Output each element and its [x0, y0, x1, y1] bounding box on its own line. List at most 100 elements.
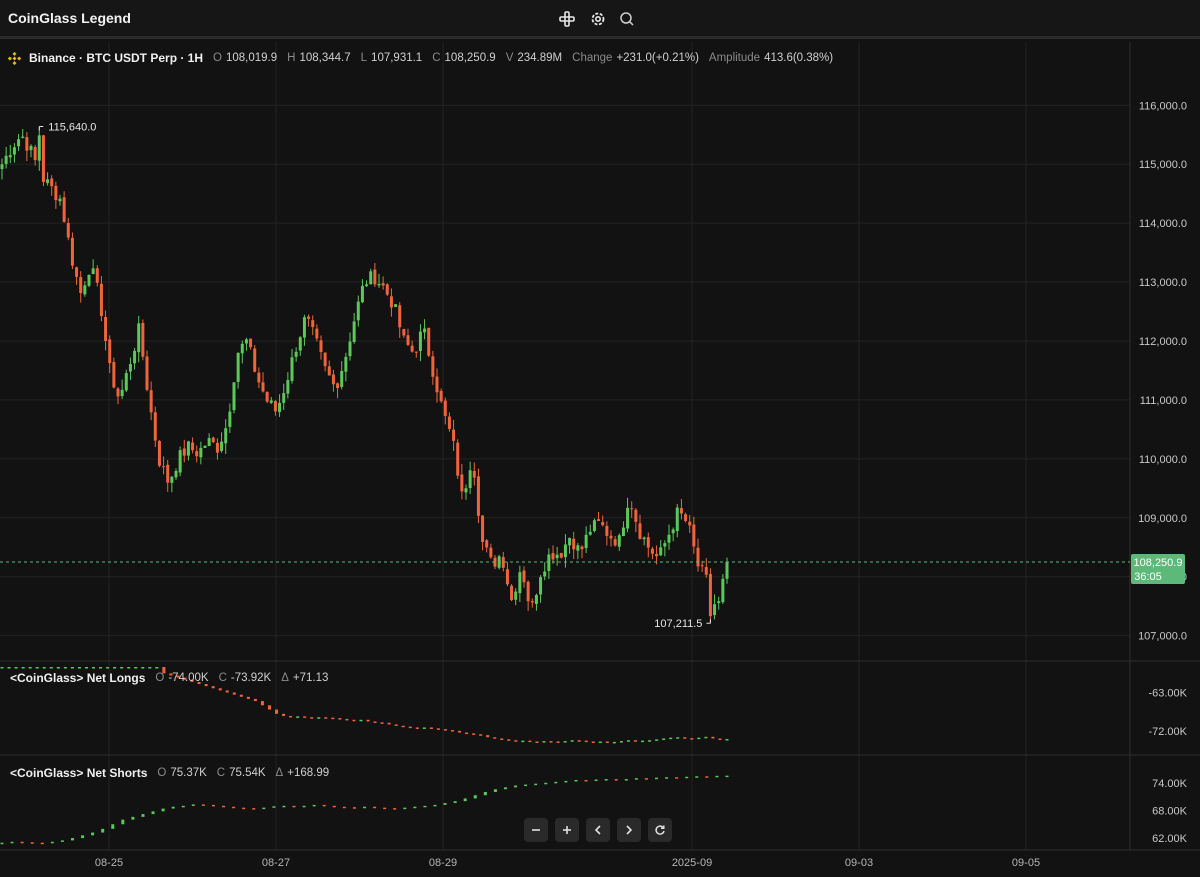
reset-button[interactable] [648, 818, 672, 842]
candle-body [406, 335, 410, 345]
candle-body [294, 351, 298, 357]
candle-body [37, 135, 41, 161]
candle-body [646, 537, 650, 548]
crosshair-icon[interactable] [556, 8, 578, 30]
candle-body [394, 304, 398, 307]
net-shorts-bar [725, 775, 729, 778]
scroll-right-button[interactable] [617, 818, 641, 842]
candle-body [402, 329, 406, 336]
net-longs-bar [521, 740, 525, 743]
candle-body [104, 317, 108, 342]
net-longs-bar [324, 717, 328, 719]
candle-body [398, 305, 402, 328]
net-shorts-bar [634, 778, 638, 780]
zoom-out-button[interactable] [524, 818, 548, 842]
net-shorts-bar [141, 814, 145, 817]
net-longs-bar [394, 724, 398, 726]
chart-area[interactable]: 08-25 08-27 08-29 2025-09 09-03 09-05 107,000.… [0, 42, 1200, 872]
candle-body [418, 331, 422, 352]
net-longs-bar [0, 667, 4, 669]
candle-body [700, 565, 704, 567]
candle-body [199, 447, 203, 458]
candle-body [278, 402, 282, 413]
net-shorts-bar [534, 783, 538, 786]
candle-body [282, 393, 286, 403]
grid [0, 42, 1130, 850]
candle-body [530, 601, 534, 603]
net-shorts-bar [644, 778, 648, 780]
chevron-left-icon [594, 825, 601, 835]
candle-body [348, 341, 352, 357]
net-shorts-close: 75.54K [229, 767, 266, 779]
candle-body [340, 370, 344, 387]
y-tick-label: 109,000.0 [1138, 513, 1187, 525]
net-shorts-title: <CoinGlass> Net Shorts [10, 766, 148, 780]
candle-body [688, 521, 692, 526]
net-shorts-legend: <CoinGlass> Net Shorts O 75.37K C 75.54K… [10, 766, 335, 780]
candle-body [265, 392, 269, 402]
candle-body [460, 474, 464, 492]
net-shorts-bar [614, 779, 618, 781]
candle-body [224, 428, 228, 444]
low-marker [706, 619, 711, 624]
zoom-in-button[interactable] [555, 818, 579, 842]
candle-body [601, 522, 605, 526]
candle-body [626, 507, 630, 529]
net-shorts-bar [252, 808, 256, 810]
candle-body [526, 581, 530, 602]
net-longs-bar [443, 729, 447, 731]
candle-body [547, 554, 551, 571]
candle-body [472, 471, 476, 478]
net-shorts-bar [91, 832, 95, 836]
candle-body [713, 604, 717, 616]
candle-body [4, 155, 8, 164]
net-longs-bar [711, 736, 715, 739]
candle-body [373, 269, 377, 285]
net-shorts-bar [342, 806, 346, 809]
candle-body [675, 507, 679, 532]
x-tick-label: 2025-09 [672, 857, 712, 869]
net-longs-bar [35, 667, 39, 669]
settings-icon[interactable] [587, 8, 609, 30]
search-icon[interactable] [616, 8, 638, 30]
net-shorts-close-label: C [216, 767, 226, 779]
net-shorts-bar [574, 779, 578, 782]
candle-body [207, 438, 211, 447]
candle-body [551, 553, 555, 560]
app-title: CoinGlass Legend [8, 10, 131, 26]
net-shorts-bar [282, 805, 286, 808]
x-tick-label: 09-03 [845, 857, 873, 869]
price-chart[interactable]: 08-25 08-27 08-29 2025-09 09-03 09-05 107,000.… [0, 42, 1200, 872]
candle-body [522, 570, 526, 583]
net-longs-bar [528, 740, 532, 743]
high-marker [38, 125, 44, 131]
net-shorts-bar [665, 777, 669, 779]
candle-body [588, 531, 592, 535]
net-longs-bar [232, 692, 236, 695]
net-longs-bar [465, 732, 469, 735]
net-longs-bar [472, 733, 476, 735]
net-longs-bar [458, 730, 462, 733]
candle-body [240, 343, 244, 354]
net-shorts-bar [453, 801, 457, 804]
candle-body [365, 284, 369, 287]
candle-body [439, 390, 443, 402]
candle-body [186, 441, 190, 456]
net-shorts-bar [483, 791, 487, 796]
net-shorts-bar [584, 779, 588, 782]
net-longs-delta-label: Δ [281, 672, 289, 684]
amplitude-label: Amplitude [708, 52, 761, 64]
net-longs-bar [718, 738, 722, 741]
net-shorts-open: 75.37K [170, 767, 207, 779]
candle-body [501, 557, 505, 568]
candle-body [116, 388, 120, 397]
scroll-left-button[interactable] [586, 818, 610, 842]
candle-body [170, 476, 174, 483]
net-shorts-y-tick-label: 62.00K [1152, 833, 1188, 845]
candle-body [12, 147, 16, 155]
candle-body [29, 145, 33, 151]
candle-body [87, 274, 91, 286]
net-longs-bar [479, 734, 483, 736]
net-shorts-open-label: O [157, 767, 167, 779]
net-longs-bar [641, 740, 645, 743]
